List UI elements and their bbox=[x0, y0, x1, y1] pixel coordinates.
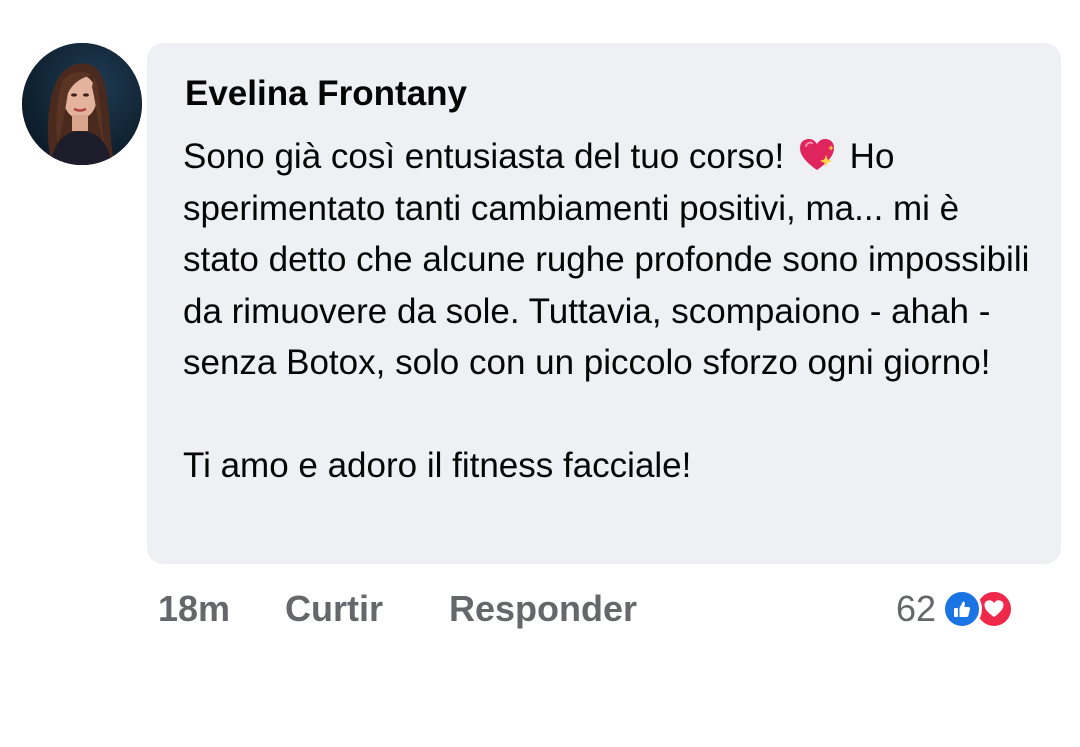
comment-timestamp[interactable]: 18m bbox=[158, 588, 230, 630]
reaction-count: 62 bbox=[896, 588, 937, 629]
comment-text: Sono già così entusiasta del tuo corso! … bbox=[183, 131, 1043, 492]
like-button[interactable]: Curtir bbox=[285, 588, 383, 630]
comment-bubble: Evelina Frontany Sono già così entusiast… bbox=[147, 43, 1061, 564]
comment-author[interactable]: Evelina Frontany bbox=[185, 74, 467, 114]
like-reaction-icon bbox=[942, 589, 983, 629]
reply-button[interactable]: Responder bbox=[449, 588, 637, 630]
reactions-summary[interactable]: 62 bbox=[896, 586, 1015, 632]
comment: Evelina Frontany Sono già così entusiast… bbox=[0, 0, 1080, 747]
avatar-portrait-icon bbox=[22, 43, 142, 165]
sparkling-heart-icon bbox=[799, 139, 834, 170]
comment-paragraph-2: Ti amo e adoro il fitness facciale! bbox=[183, 446, 692, 485]
comment-text-start: Sono già così entusiasta del tuo corso! bbox=[183, 137, 794, 176]
avatar[interactable] bbox=[22, 43, 142, 165]
comment-paragraph-1: Sono già così entusiasta del tuo corso! … bbox=[183, 131, 1043, 389]
